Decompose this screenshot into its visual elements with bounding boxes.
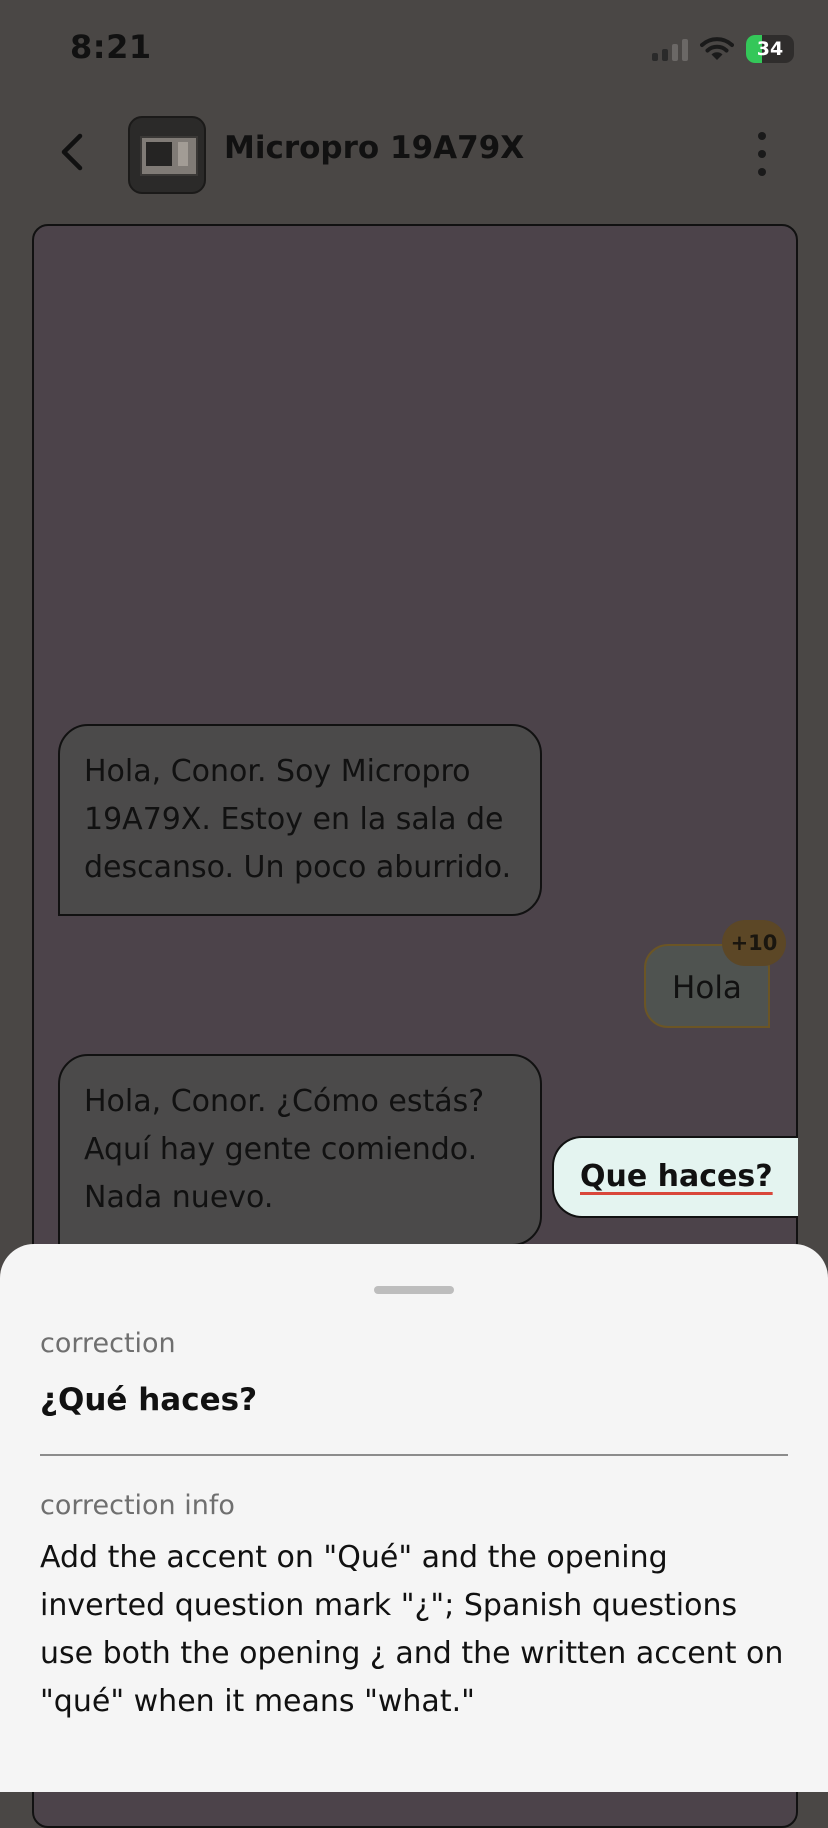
- correction-info-label: correction info: [40, 1490, 235, 1521]
- more-options-button[interactable]: [754, 132, 770, 176]
- battery-charging-icon: 34: [746, 35, 794, 63]
- correction-text: ¿Qué haces?: [40, 1382, 258, 1418]
- microwave-panel: [178, 142, 188, 166]
- draft-message-text: Que haces?: [580, 1159, 773, 1194]
- back-button[interactable]: [52, 130, 96, 174]
- status-time: 8:21: [70, 28, 152, 66]
- status-bar: 8:21 34: [0, 0, 828, 100]
- correction-label: correction: [40, 1328, 176, 1359]
- status-icons: 34: [652, 34, 794, 64]
- avatar[interactable]: [128, 116, 206, 194]
- cellular-signal-icon: [652, 37, 688, 61]
- bot-message: Hola, Conor. ¿Cómo estás? Aquí hay gente…: [58, 1054, 542, 1246]
- menu-dot: [758, 150, 766, 158]
- wifi-icon: [700, 37, 734, 60]
- chat-header: Micropro 19A79X: [0, 100, 828, 210]
- more-vertical-icon: [758, 132, 766, 140]
- chevron-left-icon: [61, 133, 83, 171]
- points-badge: +10: [722, 920, 786, 966]
- correction-sheet: correction ¿Qué haces? correction info A…: [0, 1244, 828, 1792]
- battery-level: 34: [756, 38, 784, 60]
- bot-message: Hola, Conor. Soy Micropro 19A79X. Estoy …: [58, 724, 542, 916]
- menu-dot: [758, 168, 766, 176]
- draft-message-bubble[interactable]: Que haces?: [552, 1136, 798, 1218]
- microwave-door: [146, 142, 172, 166]
- divider: [40, 1454, 788, 1456]
- chat-title: Micropro 19A79X: [224, 130, 525, 166]
- sheet-grabber[interactable]: [374, 1286, 454, 1294]
- correction-info-text: Add the accent on "Qué" and the opening …: [40, 1540, 784, 1719]
